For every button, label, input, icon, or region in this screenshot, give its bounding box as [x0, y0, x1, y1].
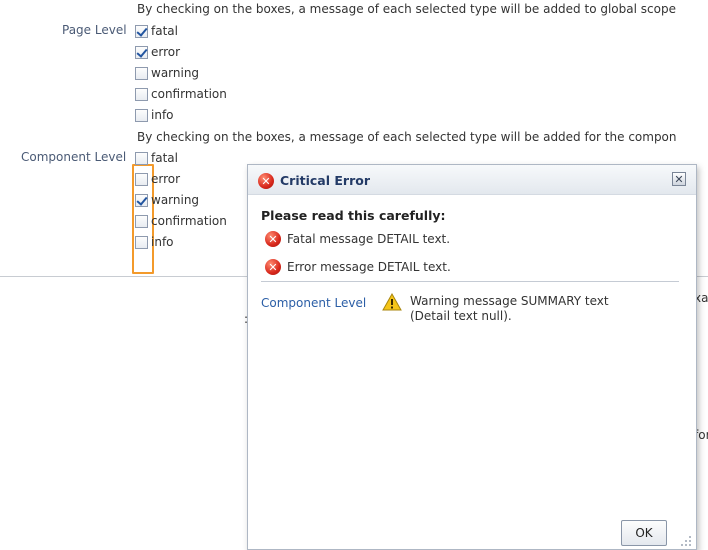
- close-icon[interactable]: ✕: [672, 172, 686, 186]
- page-warning-checkbox[interactable]: [135, 66, 148, 80]
- dialog-heading: Please read this carefully:: [261, 208, 446, 223]
- component-confirmation-checkbox[interactable]: [135, 214, 148, 228]
- message-item: ✕ Error message DETAIL text.: [265, 259, 451, 275]
- component-level-option-info[interactable]: info: [135, 233, 174, 251]
- component-level-label: Component Level: [21, 150, 127, 164]
- option-label: confirmation: [151, 214, 227, 228]
- dialog-header[interactable]: ✕ Critical Error ✕: [248, 165, 696, 195]
- option-label: info: [151, 108, 174, 122]
- warning-detail: (Detail text null).: [410, 309, 512, 323]
- page-level-option-warning[interactable]: warning: [135, 64, 199, 82]
- page-level-option-confirmation[interactable]: confirmation: [135, 85, 227, 103]
- error-icon: ✕: [265, 259, 281, 275]
- component-level-option-confirmation[interactable]: confirmation: [135, 212, 227, 230]
- component-level-option-warning[interactable]: warning: [135, 191, 199, 209]
- option-label: warning: [151, 193, 200, 207]
- component-level-option-error[interactable]: error: [135, 170, 180, 188]
- component-info-checkbox[interactable]: [135, 235, 148, 249]
- page-info-checkbox[interactable]: [135, 108, 148, 122]
- component-level-description: By checking on the boxes, a message of e…: [137, 130, 677, 144]
- warning-icon: [382, 293, 402, 311]
- message-text: Fatal message DETAIL text.: [287, 232, 451, 246]
- page-level-option-fatal[interactable]: fatal: [135, 22, 178, 40]
- page-fatal-checkbox[interactable]: [135, 24, 148, 38]
- page-level-label: Page Level: [62, 23, 127, 37]
- page-error-checkbox[interactable]: [135, 45, 148, 59]
- component-warning-checkbox[interactable]: [135, 193, 148, 207]
- page-level-option-error[interactable]: error: [135, 43, 180, 61]
- option-label: warning: [151, 66, 200, 80]
- dialog-separator: [261, 281, 679, 282]
- option-label: fatal: [151, 151, 178, 165]
- component-error-checkbox[interactable]: [135, 172, 148, 186]
- component-message-link[interactable]: Component Level: [261, 296, 366, 310]
- error-icon: ✕: [265, 231, 281, 247]
- error-icon: ✕: [258, 173, 274, 189]
- page-level-option-info[interactable]: info: [135, 106, 174, 124]
- resize-grip-icon[interactable]: [680, 535, 692, 547]
- option-label: error: [151, 45, 181, 59]
- warning-summary: Warning message SUMMARY text: [410, 294, 609, 308]
- component-level-option-fatal[interactable]: fatal: [135, 149, 178, 167]
- option-label: fatal: [151, 24, 178, 38]
- page-level-description: By checking on the boxes, a message of e…: [137, 2, 676, 16]
- message-text: Error message DETAIL text.: [287, 260, 451, 274]
- ok-button[interactable]: OK: [621, 520, 667, 546]
- option-label: info: [151, 235, 174, 249]
- option-label: error: [151, 172, 181, 186]
- option-label: confirmation: [151, 87, 227, 101]
- critical-error-dialog: ✕ Critical Error ✕ Please read this care…: [247, 164, 697, 550]
- message-item: ✕ Fatal message DETAIL text.: [265, 231, 450, 247]
- dialog-title: Critical Error: [280, 173, 370, 188]
- warning-message: Warning message SUMMARY text (Detail tex…: [410, 294, 609, 324]
- component-fatal-checkbox[interactable]: [135, 151, 148, 165]
- page-confirmation-checkbox[interactable]: [135, 87, 148, 101]
